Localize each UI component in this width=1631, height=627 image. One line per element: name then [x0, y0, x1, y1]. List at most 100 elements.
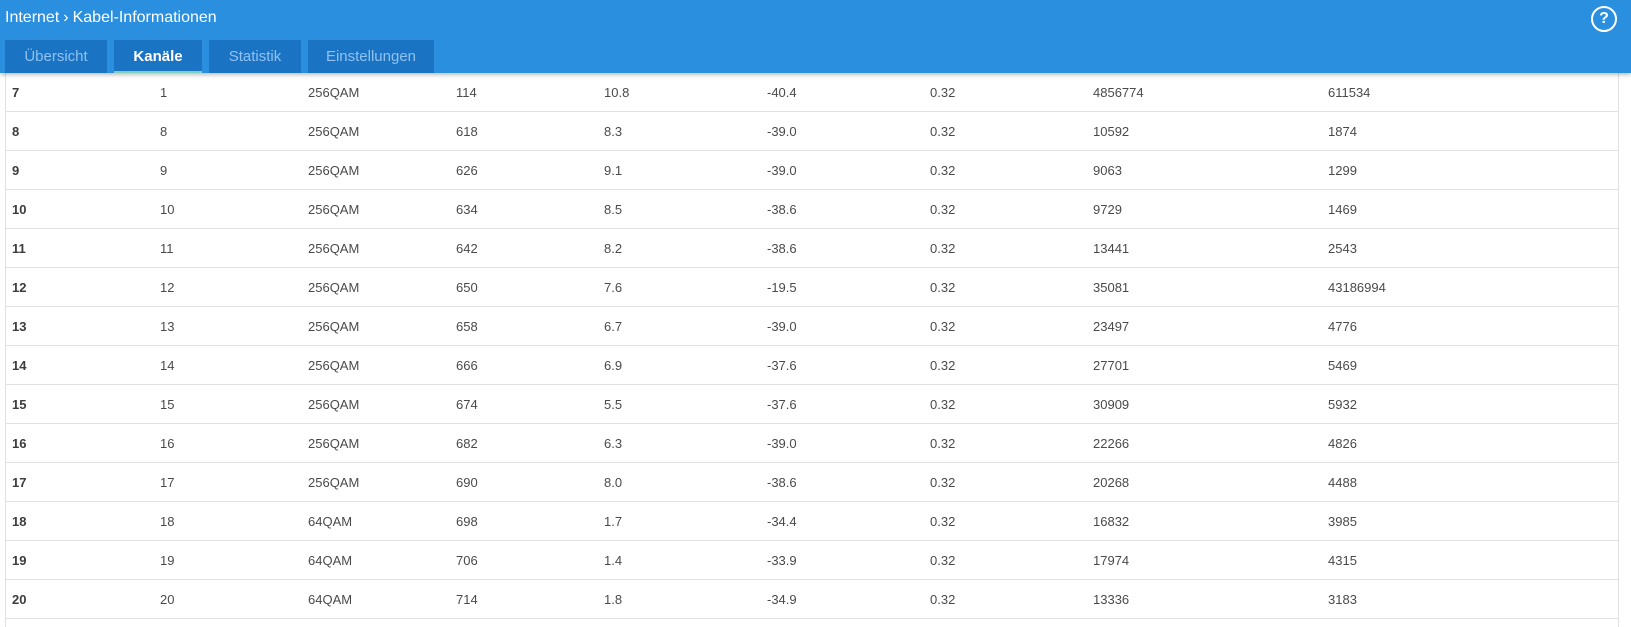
table-cell: 698 [450, 501, 598, 541]
table-cell: 2543 [1322, 228, 1618, 268]
table-row: 8 8 256QAM 618 8.3 -39.0 0.32 10592 1874 [6, 111, 1618, 151]
table-cell: 43186994 [1322, 267, 1618, 307]
table-cell: 256QAM [302, 267, 450, 307]
table-cell: 714 [450, 579, 598, 619]
tab-kanaele[interactable]: Kanäle [114, 40, 202, 73]
table-cell: 12 [6, 267, 154, 307]
table-row: 11 11 256QAM 642 8.2 -38.6 0.32 13441 2543 [6, 228, 1618, 268]
table-cell: 0.32 [924, 501, 1087, 541]
table-cell: 1469 [1322, 189, 1618, 229]
table-cell: -37.6 [761, 384, 924, 424]
table-cell: 10 [154, 189, 302, 229]
table-cell: -38.6 [761, 228, 924, 268]
table-cell: 15 [154, 384, 302, 424]
table-cell: -39.0 [761, 150, 924, 190]
breadcrumb-parent[interactable]: Internet [5, 8, 59, 28]
channel-table: 7 1 256QAM 114 10.8 -40.4 0.32 4856774 611534 8 8 2… [6, 73, 1618, 619]
table-cell: 16 [154, 423, 302, 463]
table-cell: 0.32 [924, 111, 1087, 151]
table-cell: 7 [6, 73, 154, 112]
table-cell: 16 [6, 423, 154, 463]
table-cell: 10592 [1087, 111, 1322, 151]
table-cell: 17 [154, 462, 302, 502]
channel-table-body: 7 1 256QAM 114 10.8 -40.4 0.32 4856774 611534 8 8 2… [6, 73, 1618, 619]
table-cell: 256QAM [302, 150, 450, 190]
breadcrumb: Internet › Kabel-Informationen [5, 8, 217, 28]
table-cell: 15 [6, 384, 154, 424]
table-cell: 256QAM [302, 306, 450, 346]
table-cell: 35081 [1087, 267, 1322, 307]
table-cell: 13336 [1087, 579, 1322, 619]
table-cell: 0.32 [924, 462, 1087, 502]
table-cell: 6.9 [598, 345, 761, 385]
tab-bar: Übersicht Kanäle Statistik Einstellungen [5, 40, 434, 73]
table-cell: 0.32 [924, 189, 1087, 229]
table-cell: 618 [450, 111, 598, 151]
table-cell: 256QAM [302, 345, 450, 385]
table-cell: 626 [450, 150, 598, 190]
table-cell: 6.3 [598, 423, 761, 463]
table-cell: 9 [6, 150, 154, 190]
table-cell: 0.32 [924, 73, 1087, 112]
table-cell: 674 [450, 384, 598, 424]
table-cell: 256QAM [302, 228, 450, 268]
table-cell: 256QAM [302, 423, 450, 463]
table-cell: 5469 [1322, 345, 1618, 385]
table-cell: 16832 [1087, 501, 1322, 541]
table-cell: -19.5 [761, 267, 924, 307]
table-cell: 14 [6, 345, 154, 385]
table-cell: 1 [154, 73, 302, 112]
table-cell: 4488 [1322, 462, 1618, 502]
table-cell: 10 [6, 189, 154, 229]
table-cell: -34.4 [761, 501, 924, 541]
table-cell: 642 [450, 228, 598, 268]
breadcrumb-current: Kabel-Informationen [72, 9, 217, 26]
table-cell: 9.1 [598, 150, 761, 190]
table-row: 15 15 256QAM 674 5.5 -37.6 0.32 30909 5932 [6, 384, 1618, 424]
tab-einstellungen[interactable]: Einstellungen [308, 40, 434, 73]
channel-table-container[interactable]: 7 1 256QAM 114 10.8 -40.4 0.32 4856774 611534 8 8 2… [5, 73, 1619, 627]
tab-uebersicht[interactable]: Übersicht [5, 40, 107, 73]
table-cell: 0.32 [924, 228, 1087, 268]
table-cell: 64QAM [302, 579, 450, 619]
table-cell: 10.8 [598, 73, 761, 112]
table-cell: 64QAM [302, 501, 450, 541]
scrollbar[interactable] [1619, 73, 1631, 627]
table-cell: 3985 [1322, 501, 1618, 541]
table-cell: 0.32 [924, 267, 1087, 307]
table-cell: 256QAM [302, 384, 450, 424]
table-cell: 4776 [1322, 306, 1618, 346]
table-row: 7 1 256QAM 114 10.8 -40.4 0.32 4856774 611534 [6, 73, 1618, 112]
table-cell: 22266 [1087, 423, 1322, 463]
table-cell: -33.9 [761, 540, 924, 580]
table-cell: 13 [6, 306, 154, 346]
table-cell: 0.32 [924, 306, 1087, 346]
table-cell: 256QAM [302, 73, 450, 112]
table-cell: 9 [154, 150, 302, 190]
table-cell: 256QAM [302, 462, 450, 502]
table-row: 12 12 256QAM 650 7.6 -19.5 0.32 35081 43186994 [6, 267, 1618, 307]
chevron-right-icon: › [63, 9, 69, 26]
table-cell: 8 [6, 111, 154, 151]
table-cell: 20 [154, 579, 302, 619]
table-cell: 6.7 [598, 306, 761, 346]
table-row: 18 18 64QAM 698 1.7 -34.4 0.32 16832 3985 [6, 501, 1618, 541]
table-row: 14 14 256QAM 666 6.9 -37.6 0.32 27701 5469 [6, 345, 1618, 385]
tab-statistik[interactable]: Statistik [209, 40, 301, 73]
table-cell: 4856774 [1087, 73, 1322, 112]
table-cell: -39.0 [761, 423, 924, 463]
help-icon[interactable]: ? [1591, 6, 1617, 32]
table-cell: 17 [6, 462, 154, 502]
table-cell: 634 [450, 189, 598, 229]
table-cell: 1.7 [598, 501, 761, 541]
table-cell: 114 [450, 73, 598, 112]
table-cell: 650 [450, 267, 598, 307]
table-cell: 20 [6, 579, 154, 619]
table-row: 17 17 256QAM 690 8.0 -38.6 0.32 20268 4488 [6, 462, 1618, 502]
table-cell: 0.32 [924, 384, 1087, 424]
table-cell: 27701 [1087, 345, 1322, 385]
table-cell: 18 [154, 501, 302, 541]
table-cell: 8.2 [598, 228, 761, 268]
table-cell: 0.32 [924, 540, 1087, 580]
table-cell: 611534 [1322, 73, 1618, 112]
